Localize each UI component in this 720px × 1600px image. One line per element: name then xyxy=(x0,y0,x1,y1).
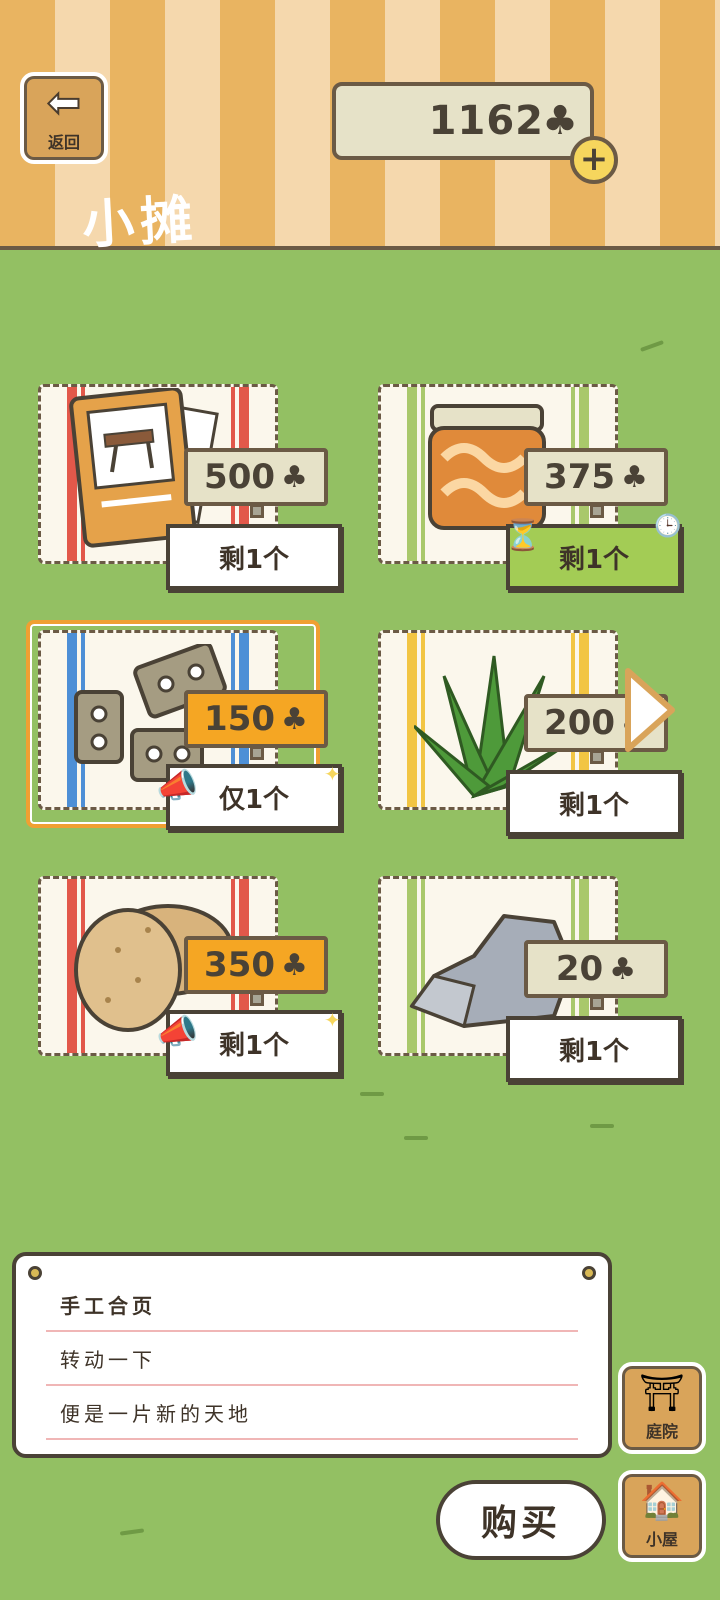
clover-icon: ♣ xyxy=(621,459,648,495)
clock-icon: 🕒 xyxy=(654,514,682,539)
house-button[interactable]: 🏠 小屋 xyxy=(618,1470,706,1562)
hourglass-icon: ⏳ xyxy=(504,518,542,553)
chevron-right-icon xyxy=(625,668,675,752)
grass-decoration xyxy=(404,1136,428,1140)
shop-item-stone[interactable]: 20 ♣ 剩1个 xyxy=(378,876,682,1086)
yard-label: 庭院 xyxy=(645,1422,678,1441)
add-coins-button[interactable]: + xyxy=(570,136,618,184)
pin-icon xyxy=(582,1266,596,1280)
clover-icon: ♣ xyxy=(542,98,578,144)
buy-button[interactable]: 购买 xyxy=(436,1480,606,1560)
price-tag: 500 ♣ xyxy=(184,448,328,518)
price-value: 350 xyxy=(204,945,276,985)
shop-item-hinges[interactable]: 150 ♣ 仅1个 📣 ✦ xyxy=(26,620,342,840)
house-icon: 🏠 xyxy=(639,1481,685,1522)
price-value: 150 xyxy=(204,699,276,739)
price-value: 20 xyxy=(555,949,604,989)
grass-decoration xyxy=(360,1092,384,1096)
description-line: 便是一片新的天地 xyxy=(46,1386,578,1440)
shop-item-stool-blueprint[interactable]: 500 ♣ 剩1个 xyxy=(38,384,342,594)
price-tag: 375 ♣ xyxy=(524,448,668,518)
sparkle-icon: ✦ xyxy=(324,762,341,786)
price-value: 500 xyxy=(204,457,276,497)
clover-icon: ♣ xyxy=(281,701,308,737)
megaphone-icon: 📣 xyxy=(156,766,199,806)
stock-label: 剩1个 xyxy=(506,770,682,836)
next-page-button[interactable] xyxy=(620,664,680,756)
description-title: 手工合页 xyxy=(46,1278,578,1332)
price-value: 375 xyxy=(544,457,616,497)
coin-balance: 1162 ♣ xyxy=(332,82,594,160)
price-tag: 350 ♣ xyxy=(184,936,328,1006)
grass-decoration xyxy=(590,1124,614,1128)
coin-amount: 1162 xyxy=(428,98,544,144)
description-line: 转动一下 xyxy=(46,1332,578,1386)
house-label: 小屋 xyxy=(645,1530,678,1549)
clover-icon: ♣ xyxy=(609,951,637,987)
yard-button[interactable]: ⛩ 庭院 xyxy=(618,1362,706,1454)
price-tag: 20 ♣ xyxy=(524,940,668,1010)
stock-label: 剩1个 xyxy=(506,1016,682,1082)
back-button[interactable]: ⬅ 返回 xyxy=(20,72,108,164)
header-bar: ⬅ 返回 1162 ♣ + 小摊 xyxy=(0,0,720,256)
shop-item-jam-jar[interactable]: 375 ♣ 剩1个 ⏳ 🕒 xyxy=(378,384,682,594)
price-tag: 150 ♣ xyxy=(184,690,328,760)
grass-decoration xyxy=(119,1528,145,1536)
sparkle-icon: ✦ xyxy=(324,1008,341,1032)
yard-gate-icon: ⛩ xyxy=(639,1373,685,1414)
item-description-panel: 手工合页 转动一下 便是一片新的天地 xyxy=(12,1252,612,1458)
back-label: 返回 xyxy=(47,133,80,152)
clover-icon: ♣ xyxy=(281,459,308,495)
pin-icon xyxy=(28,1266,42,1280)
shop-item-rice-crackers[interactable]: 350 ♣ 剩1个 📣 ✦ xyxy=(38,876,342,1086)
back-arrow-icon: ⬅ xyxy=(46,80,81,126)
grass-decoration xyxy=(640,340,664,352)
megaphone-icon: 📣 xyxy=(156,1012,199,1052)
stock-label: 剩1个 xyxy=(166,524,342,590)
price-value: 200 xyxy=(544,703,616,743)
clover-icon: ♣ xyxy=(281,947,308,983)
page-title: 小摊 xyxy=(80,189,200,256)
